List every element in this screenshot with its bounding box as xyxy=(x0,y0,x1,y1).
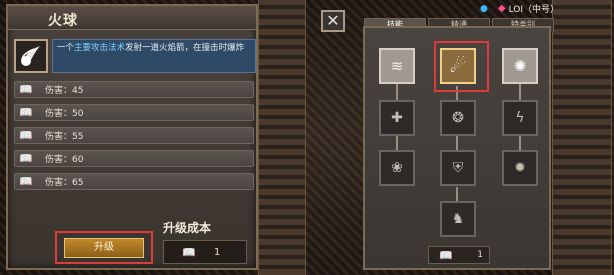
skill-tile-lightning-burst[interactable]: ✺ xyxy=(502,48,538,84)
skill-tile-vine[interactable]: ❀ xyxy=(379,150,415,186)
book-icon: 📖 xyxy=(182,245,196,259)
lightning-burst-icon: ✺ xyxy=(513,57,527,75)
level-label: 伤害：55 xyxy=(45,132,84,142)
level-label: 伤害：60 xyxy=(45,155,84,165)
skill-tile-vortex[interactable]: ✹ xyxy=(502,150,538,186)
skill-tile-fireball[interactable]: ☄ xyxy=(440,48,476,84)
skill-tile-guard[interactable]: ⛨ xyxy=(440,150,476,186)
skill-card: 一个主要攻击法术发射一道火焰箭，在撞击时爆炸 xyxy=(14,39,256,75)
level-label: 伤害：65 xyxy=(45,178,84,188)
upgrade-button[interactable]: 升级 xyxy=(64,238,144,258)
guard-shield-icon: ⛨ xyxy=(452,160,464,176)
book-icon: 📖 xyxy=(19,83,33,96)
skill-points-value: 1 xyxy=(477,250,483,260)
close-button[interactable]: ✕ xyxy=(321,10,345,32)
level-row-3: 📖 伤害：55 xyxy=(14,127,254,144)
upgrade-levels-list: 📖 伤害：45 📖 伤害：50 📖 伤害：55 📖 伤害：60 📖 伤害：65 xyxy=(14,81,254,196)
book-icon: 📖 xyxy=(19,175,33,188)
gem-icon: ◆ xyxy=(497,3,506,14)
upgrade-highlight: 升级 xyxy=(55,231,153,264)
skill-tile-spirit[interactable]: ❂ xyxy=(440,100,476,136)
level-row-5: 📖 伤害：65 xyxy=(14,173,254,190)
skill-tile-chain[interactable]: ≋ xyxy=(379,48,415,84)
lightning-icon: ϟ xyxy=(515,110,525,126)
skill-description: 一个主要攻击法术发射一道火焰箭，在撞击时爆炸 xyxy=(52,39,256,73)
status-dot-icon: ● xyxy=(480,3,488,14)
upgrade-cost-value: 1 xyxy=(214,246,221,258)
book-icon: 📖 xyxy=(439,248,453,262)
shield-plus-icon: ✚ xyxy=(391,110,403,126)
book-icon: 📖 xyxy=(19,152,33,165)
tree-link xyxy=(519,84,521,100)
tree-link xyxy=(519,136,521,150)
level-row-2: 📖 伤害：50 xyxy=(14,104,254,121)
skill-points-box: 📖 1 xyxy=(428,246,490,264)
decorative-pillar-right xyxy=(552,0,612,275)
book-icon: 📖 xyxy=(19,106,33,119)
top-status: ● ◆ LOI（中号） xyxy=(480,2,559,15)
vine-icon: ❀ xyxy=(391,160,403,176)
level-row-1: 📖 伤害：45 xyxy=(14,81,254,98)
tree-link xyxy=(456,187,458,201)
decorative-pillar-left xyxy=(258,0,306,275)
skill-tile-lightning[interactable]: ϟ xyxy=(502,100,538,136)
title-bar: 火球 xyxy=(8,6,256,30)
level-row-4: 📖 伤害：60 xyxy=(14,150,254,167)
desc-prefix: 一个 xyxy=(57,43,75,53)
fireball-icon xyxy=(14,39,48,73)
book-icon: 📖 xyxy=(19,129,33,142)
chain-icon: ≋ xyxy=(390,57,404,75)
tree-link xyxy=(396,136,398,150)
tree-link xyxy=(396,84,398,100)
fireball-icon: ☄ xyxy=(449,55,467,77)
level-label: 伤害：45 xyxy=(45,86,84,96)
spirit-face-icon: ❂ xyxy=(452,110,464,126)
upgrade-cost-title: 升级成本 xyxy=(163,221,212,235)
upgrade-cost-box: 📖 1 xyxy=(163,240,247,264)
skill-tile-bear[interactable]: ♞ xyxy=(440,201,476,237)
vortex-icon: ✹ xyxy=(514,160,526,176)
server-label: LOI（中号） xyxy=(508,5,559,15)
tree-link xyxy=(456,136,458,150)
desc-suffix: 发射一道火焰箭，在撞击时爆炸 xyxy=(125,43,245,53)
skill-tile-shield-buff[interactable]: ✚ xyxy=(379,100,415,136)
desc-highlight: 主要攻击法术 xyxy=(74,43,126,53)
skill-title: 火球 xyxy=(48,13,78,29)
bear-icon: ♞ xyxy=(451,211,465,227)
level-label: 伤害：50 xyxy=(45,109,84,119)
